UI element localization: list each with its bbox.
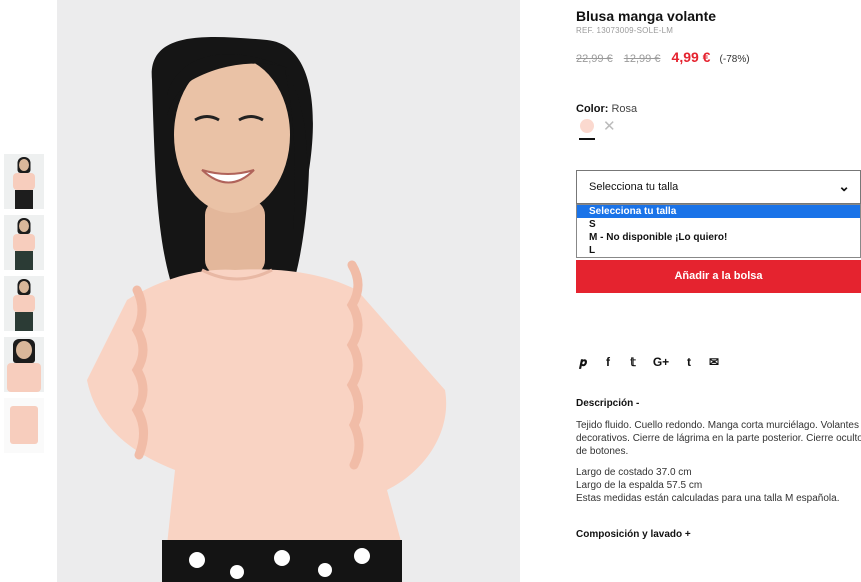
pinterest-icon[interactable]: 𝒑 [577,355,589,370]
model-illustration [57,0,520,582]
product-title: Blusa manga volante [576,8,717,24]
share-icons: 𝒑 f 𝕥 G+ t ✉ [577,355,733,370]
description-heading[interactable]: Descripción - [576,398,639,409]
chevron-down-icon: ⌄ [838,178,850,194]
thumbnail-list [4,154,44,459]
composition-heading[interactable]: Composición y lavado + [576,529,691,540]
thumbnail-4[interactable] [4,337,44,392]
description-text: Tejido fluido. Cuello redondo. Manga cor… [576,420,861,457]
size-select-value: Selecciona tu talla [589,181,679,193]
product-photo [57,0,520,582]
measure-line: Largo de la espalda 57.5 cm [576,480,703,491]
facebook-icon[interactable]: f [602,355,614,370]
price-original: 22,99 € [576,53,613,65]
price-current: 4,99 € [671,49,711,65]
google-plus-icon[interactable]: G+ [652,355,670,370]
thumbnail-3[interactable] [4,276,44,331]
twitter-icon[interactable]: 𝕥 [627,355,639,370]
size-option[interactable]: L [577,244,860,257]
thumbnail-1[interactable] [4,154,44,209]
measure-line: Largo de costado 37.0 cm [576,467,692,478]
size-option[interactable]: Selecciona tu talla [577,205,860,218]
discount-badge: (-78%) [719,54,750,65]
close-icon[interactable]: ✕ [603,117,616,135]
description-body: Tejido fluido. Cuello redondo. Manga cor… [576,419,861,505]
color-label: Color: [576,103,609,115]
thumbnail-2[interactable] [4,215,44,270]
size-dropdown-list: Selecciona tu talla S M - No disponible … [576,204,861,258]
size-option[interactable]: M - No disponible ¡Lo quiero! [577,231,860,244]
measure-note: Estas medidas están calculadas para una … [576,493,840,504]
color-swatch-rosa[interactable] [580,119,594,133]
color-label-row: Color: Rosa [576,103,637,115]
email-icon[interactable]: ✉ [708,355,720,370]
selected-swatch-indicator [579,138,595,140]
product-reference: REF. 13073009-SOLE-LM [576,26,674,35]
size-select[interactable]: Selecciona tu talla ⌄ [576,170,861,204]
color-value: Rosa [611,103,638,115]
tumblr-icon[interactable]: t [683,355,695,370]
size-option[interactable]: S [577,218,860,231]
add-to-bag-button[interactable]: Añadir a la bolsa [576,260,861,293]
thumbnail-5[interactable] [4,398,44,453]
price-previous: 12,99 € [623,53,661,65]
price-block: 22,99 € 12,99 € 4,99 € (-78%) [576,49,750,65]
